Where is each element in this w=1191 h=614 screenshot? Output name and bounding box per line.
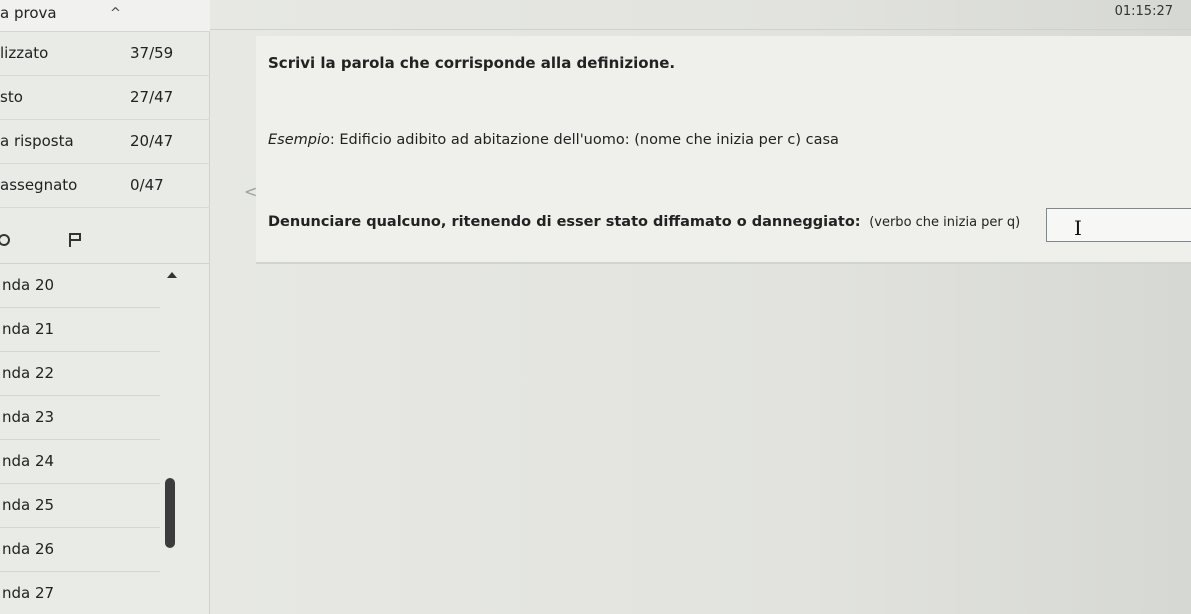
question-label: nda 20	[2, 276, 55, 294]
question-item[interactable]: nda 24	[0, 440, 160, 484]
stat-row-assigned[interactable]: assegnato 0/47	[0, 164, 210, 208]
question-label: nda 22	[2, 364, 55, 382]
filter-row	[0, 220, 210, 264]
answer-input[interactable]	[1046, 208, 1191, 242]
stat-row-seen[interactable]: sto 27/47	[0, 76, 210, 120]
scrollbar-thumb[interactable]	[165, 478, 175, 548]
question-item[interactable]: nda 21	[0, 308, 160, 352]
chevron-up-icon[interactable]: ^	[110, 6, 121, 21]
question-label: nda 21	[2, 320, 55, 338]
question-item[interactable]: nda 25	[0, 484, 160, 528]
stat-value: 27/47	[130, 88, 174, 106]
prompt-hint: (verbo che inizia per q)	[869, 215, 1021, 230]
stat-value: 37/59	[130, 44, 174, 62]
question-label: nda 24	[2, 452, 55, 470]
scroll-up-icon[interactable]	[167, 272, 177, 278]
question-item[interactable]: nda 23	[0, 396, 160, 440]
prompt-definition: Denunciare qualcuno, ritenendo di esser …	[268, 214, 861, 230]
stat-row-completed[interactable]: lizzato 37/59	[0, 32, 210, 76]
example-text: Esempio: Edificio adibito ad abitazione …	[268, 132, 839, 148]
question-item[interactable]: nda 27	[0, 572, 160, 614]
example-body: : Edificio adibito ad abitazione dell'uo…	[329, 132, 839, 148]
stat-label: a risposta	[0, 132, 74, 150]
question-label: nda 23	[2, 408, 55, 426]
circle-filter-icon[interactable]	[0, 234, 10, 246]
question-card: < Scrivi la parola che corrisponde alla …	[244, 36, 1191, 264]
stat-label: sto	[0, 88, 23, 106]
question-navigator: a prova ^ lizzato 37/59 sto 27/47 a risp…	[0, 0, 210, 614]
question-item[interactable]: nda 22	[0, 352, 160, 396]
question-item[interactable]: nda 26	[0, 528, 160, 572]
stat-label: assegnato	[0, 176, 78, 194]
flag-icon[interactable]	[68, 232, 82, 248]
question-prompt: Denunciare qualcuno, ritenendo di esser …	[268, 214, 1020, 230]
question-label: nda 27	[2, 584, 55, 602]
question-label: nda 26	[2, 540, 55, 558]
question-item[interactable]: nda 20	[0, 264, 160, 308]
question-panel: 01:15:27 < Scrivi la parola che corrispo…	[210, 0, 1191, 614]
example-label: Esempio	[268, 132, 330, 148]
sidebar-header[interactable]: a prova ^	[0, 0, 210, 32]
timer: 01:15:27	[1114, 4, 1173, 19]
exam-title: a prova	[0, 4, 57, 22]
stat-value: 0/47	[130, 176, 164, 194]
stat-value: 20/47	[130, 132, 174, 150]
chevron-left-icon[interactable]: <	[244, 182, 257, 201]
question-instruction: Scrivi la parola che corrisponde alla de…	[268, 54, 676, 72]
top-bar: 01:15:27	[210, 0, 1191, 30]
stat-label: lizzato	[0, 44, 49, 62]
stat-row-answered[interactable]: a risposta 20/47	[0, 120, 210, 164]
question-label: nda 25	[2, 496, 55, 514]
question-list: nda 20 nda 21 nda 22 nda 23 nda 24 nda 2…	[0, 264, 210, 614]
